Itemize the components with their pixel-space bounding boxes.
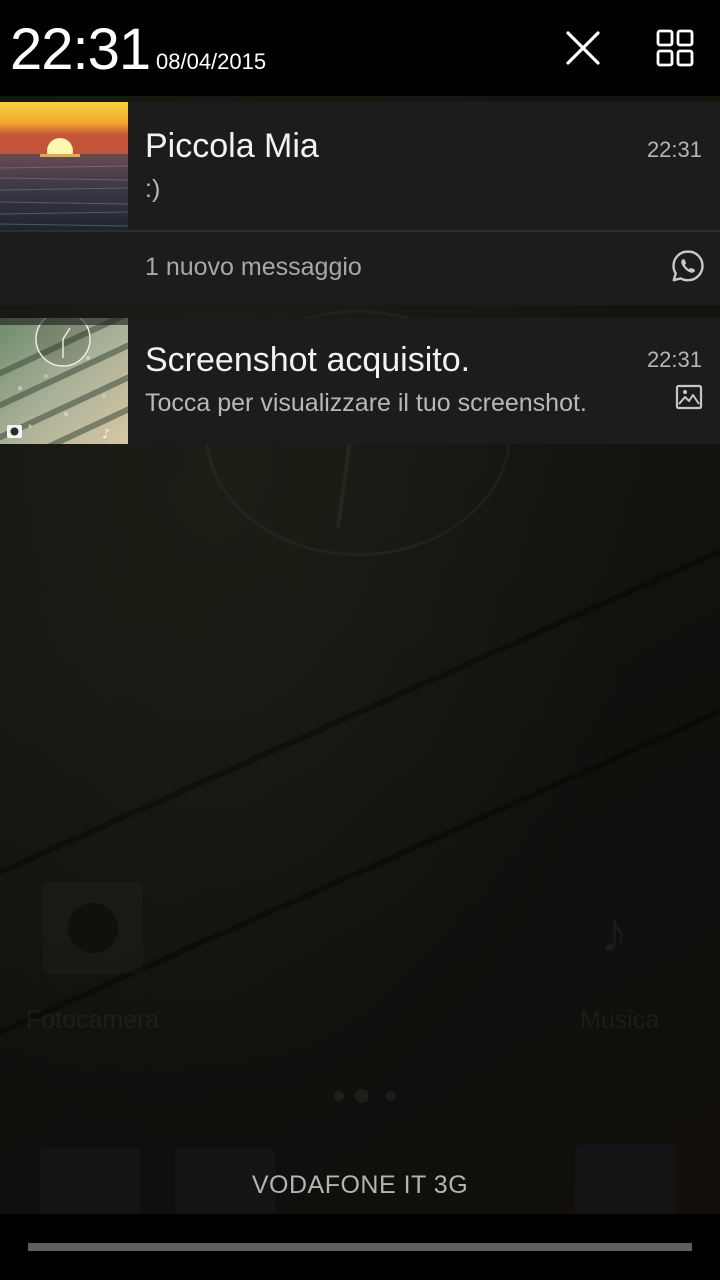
sunset-thumbnail	[0, 102, 128, 230]
notification-title: Piccola Mia	[145, 127, 319, 165]
shade-drag-handle[interactable]	[28, 1243, 692, 1251]
page-dot	[386, 1091, 396, 1101]
notification-title: Screenshot acquisito.	[145, 341, 471, 379]
carrier-label: VODAFONE IT 3G	[251, 1171, 469, 1199]
notification-time: 22:31	[646, 347, 702, 372]
camera-app-label: Fotocamera	[26, 1006, 160, 1034]
notification-divider	[0, 230, 720, 232]
date: 08/04/2015	[156, 49, 267, 74]
contact-photo	[0, 102, 128, 230]
close-icon	[566, 31, 600, 65]
whatsapp-icon	[672, 250, 704, 282]
notification-whatsapp[interactable]: Piccola Mia 22:31 :) 1 nuovo messaggio	[0, 102, 720, 305]
notification-screenshot[interactable]: ♪ Screenshot acquisito. 22:31 Tocca per …	[0, 318, 720, 444]
page-dot	[334, 1091, 344, 1101]
image-icon	[675, 384, 703, 410]
music-app-label: Musica	[580, 1006, 660, 1034]
notification-summary: 1 nuovo messaggio	[145, 253, 362, 281]
clock: 22:31	[10, 17, 151, 82]
music-note-icon: ♪	[600, 901, 628, 964]
screenshot-preview-image: ♪	[0, 318, 128, 444]
notification-text: :)	[145, 175, 161, 203]
screenshot-thumbnail: ♪	[0, 318, 128, 444]
clear-notifications-button[interactable]	[561, 26, 605, 70]
camera-lens-ghost	[68, 903, 118, 953]
shade-header: 22:31 08/04/2015	[0, 0, 720, 96]
notification-text: Tocca per visualizzare il tuo screenshot…	[145, 389, 587, 417]
quick-settings-button[interactable]	[653, 26, 697, 70]
svg-text:♪: ♪	[102, 427, 110, 442]
notification-time: 22:31	[646, 137, 702, 162]
notification-shade: Fotocamera ♪ Musica 22:31 08/04/2015 Pic…	[0, 0, 720, 1280]
wallpaper-stripe	[0, 496, 720, 910]
page-dot-active	[355, 1089, 369, 1103]
quick-settings-grid-icon	[656, 29, 694, 67]
